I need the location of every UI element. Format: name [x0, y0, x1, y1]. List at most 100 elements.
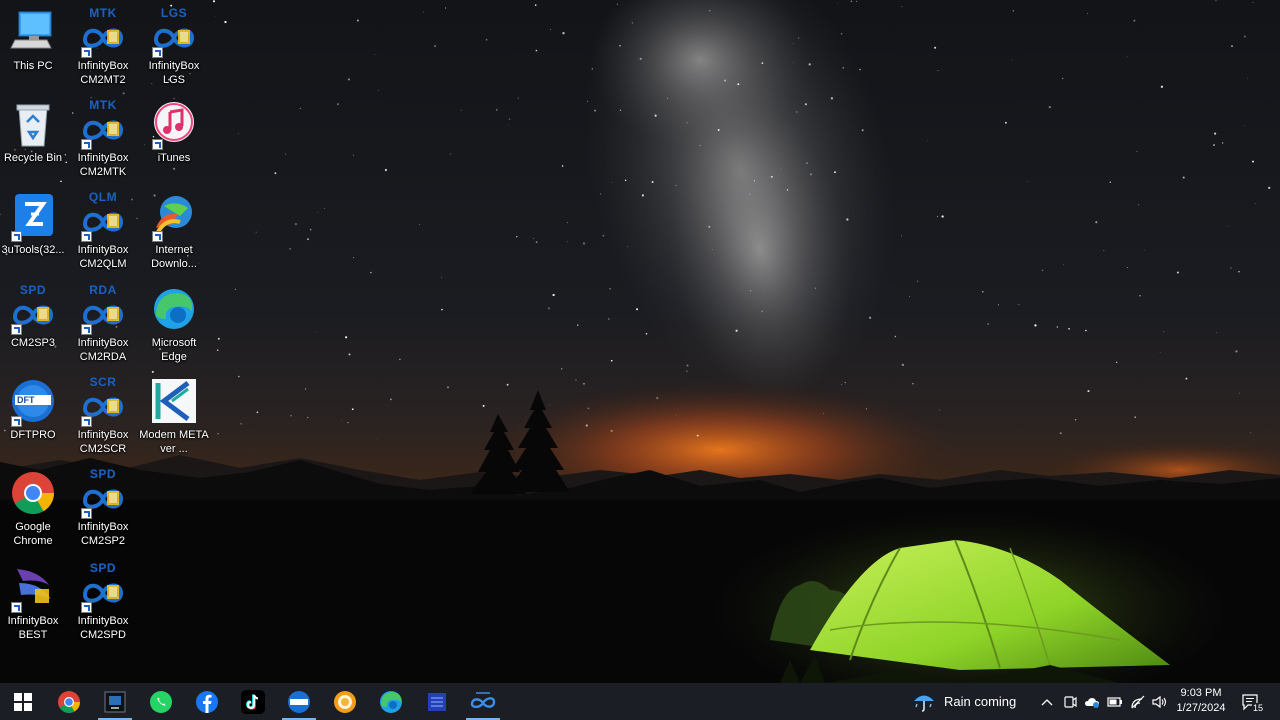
desktop-icon-infinitybox-cm2sp2[interactable]: SPD InfinityBox CM2SP2 [68, 467, 138, 548]
tray-network[interactable] [1128, 683, 1148, 720]
tray-battery[interactable] [1104, 683, 1126, 720]
desktop-icon-infinitybox-cm2mt2[interactable]: MTK InfinityBox CM2MT2 [68, 6, 138, 87]
tray-volume[interactable] [1150, 683, 1170, 720]
star [317, 212, 318, 213]
taskbar-chrome-button[interactable] [46, 683, 92, 720]
star [938, 409, 940, 411]
taskbar-whatsapp-button[interactable] [138, 683, 184, 720]
star [753, 180, 756, 182]
star [566, 241, 568, 243]
desktop-icon-cm2sp3[interactable]: SPD CM2SP3 [0, 283, 68, 350]
tray-meet-now[interactable] [1060, 683, 1080, 720]
taskbar-infinitybox-button[interactable] [460, 683, 506, 720]
star [937, 70, 939, 71]
star [1185, 377, 1188, 380]
desktop-icon-label: This PC [13, 60, 53, 72]
show-hidden-icons-button[interactable] [1038, 683, 1056, 720]
star [1215, 0, 1217, 2]
star [348, 353, 351, 356]
desktop-icon-microsoft-edge[interactable]: Microsoft Edge [139, 287, 209, 364]
star [294, 222, 298, 226]
star [384, 168, 388, 172]
taskbar-orange-app-button[interactable] [322, 683, 368, 720]
star [1213, 144, 1215, 146]
tray-onedrive[interactable] [1082, 683, 1102, 720]
star [1011, 59, 1013, 61]
edge-icon [150, 287, 198, 335]
desktop-icon-infinitybox-cm2qlm[interactable]: QLM InfinityBox CM2QLM [68, 190, 138, 271]
star [861, 129, 864, 132]
star [1221, 142, 1224, 144]
desktop-icon-3utools[interactable]: 3uTools(32... [0, 194, 68, 257]
desktop-icon-infinitybox-cm2mtk[interactable]: MTK InfinityBox CM2MTK [68, 98, 138, 179]
volume-icon [1152, 695, 1167, 708]
taskbar-blue-app-button[interactable] [414, 683, 460, 720]
infinitybox-icon [470, 691, 496, 708]
star [749, 193, 751, 195]
taskbar-edge-button[interactable] [368, 683, 414, 720]
chip-badge: MTK [89, 98, 117, 112]
desktop-icon-recycle-bin[interactable]: Recycle Bin [0, 102, 68, 165]
desktop-icon-infinitybox-cm2rda[interactable]: RDA InfinityBox CM2RDA [68, 283, 138, 364]
taskbar-tiktok-button[interactable] [230, 683, 276, 720]
desktop-icon-modem-meta[interactable]: Modem META ver ... [139, 379, 209, 456]
star [240, 423, 242, 425]
star [299, 107, 301, 110]
shortcut-arrow-icon [81, 324, 92, 335]
weather-widget[interactable]: Rain coming [912, 683, 1016, 720]
whatsapp-icon [150, 690, 172, 713]
infinitybox-icon: QLM [79, 190, 127, 242]
star [1048, 105, 1051, 109]
star [840, 32, 843, 35]
star [1018, 304, 1020, 306]
star [934, 46, 937, 49]
taskbar-facebook-button[interactable] [184, 683, 230, 720]
star [582, 242, 586, 245]
star [1182, 176, 1185, 179]
star [377, 90, 379, 91]
desktop-icon-internet-download-manager[interactable]: Internet Downlo... [139, 194, 209, 271]
desktop-icon-google-chrome[interactable]: Google Chrome [0, 471, 68, 548]
star [496, 109, 498, 111]
desktop-icon-this-pc[interactable]: This PC [0, 10, 68, 73]
star [445, 7, 447, 9]
star [1144, 249, 1145, 251]
star [1250, 432, 1252, 434]
star [1244, 125, 1245, 126]
star [850, 0, 853, 3]
star [434, 45, 437, 48]
desktop-icon-infinitybox-best[interactable]: InfinityBox BEST [0, 565, 68, 642]
star [624, 179, 627, 182]
star [735, 329, 738, 332]
star [285, 153, 287, 155]
chip-badge: MTK [89, 6, 117, 20]
desktop-icon-label: DFTPRO [10, 429, 56, 441]
star [341, 420, 342, 422]
desktop-icon-dftpro[interactable]: DFT DFTPRO [0, 379, 68, 442]
desktop-icon-itunes[interactable]: iTunes [139, 102, 209, 165]
star [1238, 270, 1240, 273]
taskbar-monitor-app-button[interactable] [92, 683, 138, 720]
desktop-icon-infinitybox-lgs[interactable]: LGS InfinityBox LGS [139, 6, 209, 87]
star [686, 122, 688, 124]
desktop-icon-infinitybox-cm2scr[interactable]: SCR InfinityBox CM2SCR [68, 375, 138, 456]
star [216, 349, 219, 352]
dftpro-icon: DFT [9, 379, 57, 427]
start-button[interactable] [0, 683, 46, 720]
shortcut-arrow-icon [81, 47, 92, 58]
taskbar-dftpro-button[interactable] [276, 683, 322, 720]
star [575, 379, 577, 381]
star [686, 370, 688, 372]
notification-center-button[interactable]: 15 [1236, 683, 1266, 720]
taskbar-clock[interactable]: 9:03 PM 1/27/2024 [1170, 686, 1232, 716]
desktop-icon-infinitybox-cm2spd[interactable]: SPD InfinityBox CM2SPD [68, 561, 138, 642]
star [814, 287, 816, 289]
star [856, 0, 857, 2]
star [508, 118, 511, 121]
star [1109, 181, 1111, 183]
star [645, 332, 648, 335]
star [1034, 324, 1037, 327]
itunes-icon [150, 102, 198, 150]
desktop-icon-label: InfinityBox CM2MTK [77, 152, 129, 178]
star [347, 78, 350, 81]
